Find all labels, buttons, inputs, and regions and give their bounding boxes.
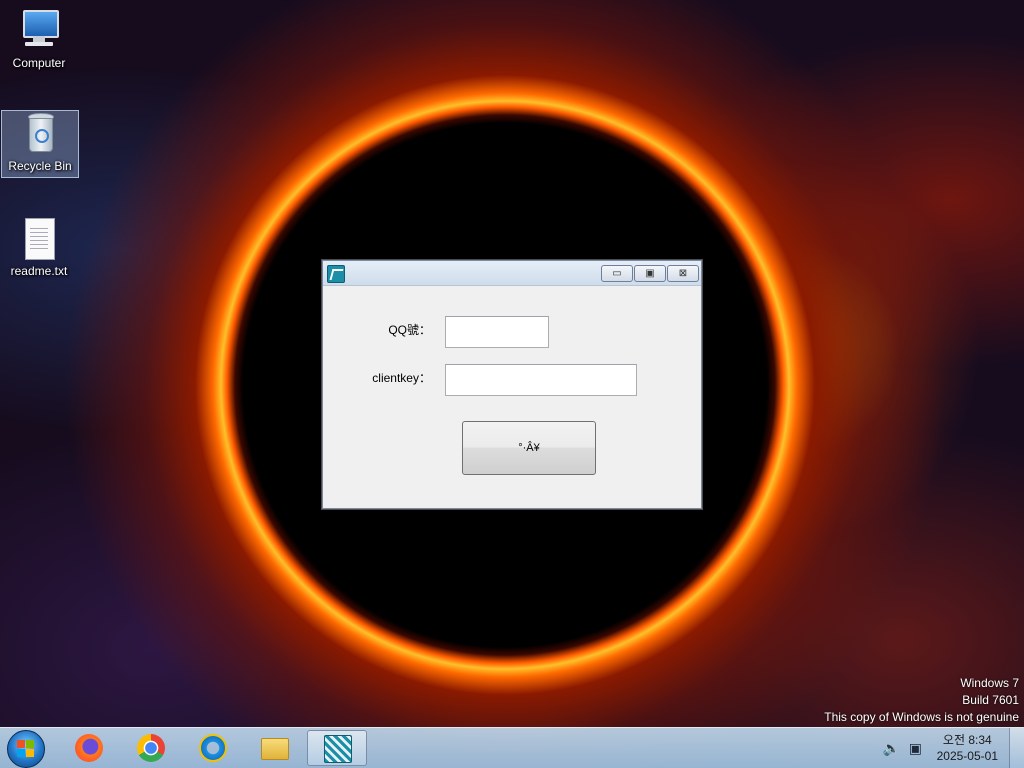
firefox-icon bbox=[75, 734, 103, 762]
minimize-icon: ▭ bbox=[612, 268, 622, 279]
maximize-icon: ▣ bbox=[645, 268, 655, 279]
desktop-icon-computer[interactable]: Computer bbox=[1, 8, 77, 74]
clock[interactable]: 오전 8:34 2025-05-01 bbox=[937, 732, 998, 764]
close-button[interactable]: ⊠ bbox=[667, 265, 699, 282]
taskbar-firefox[interactable] bbox=[62, 730, 116, 766]
watermark-line-genuine: This copy of Windows is not genuine bbox=[824, 710, 1019, 724]
chrome-icon bbox=[137, 734, 165, 762]
taskbar-app-window[interactable] bbox=[307, 730, 367, 766]
desktop-icon-label: Computer bbox=[12, 56, 66, 70]
qq-label: QQ號： bbox=[388, 323, 431, 337]
volume-icon[interactable]: 🔈 bbox=[883, 740, 900, 757]
clock-time: 오전 8:34 bbox=[942, 733, 992, 747]
clientkey-input[interactable] bbox=[445, 364, 637, 396]
internet-explorer-icon bbox=[199, 734, 227, 762]
taskbar-internet-explorer[interactable] bbox=[186, 730, 240, 766]
taskbar: 🔈 ▣ 오전 8:34 2025-05-01 bbox=[0, 727, 1024, 768]
qq-input[interactable] bbox=[445, 316, 549, 348]
watermark-line-os: Windows 7 bbox=[960, 676, 1019, 690]
windows-watermark: Windows 7 Build 7601 This copy of Window… bbox=[824, 675, 1019, 726]
app-window-icon[interactable] bbox=[327, 265, 345, 283]
clock-date: 2025-05-01 bbox=[936, 749, 998, 763]
close-icon: ⊠ bbox=[678, 268, 688, 279]
desktop-icon-label: Recycle Bin bbox=[8, 159, 72, 173]
show-desktop-button[interactable] bbox=[1009, 728, 1024, 768]
computer-icon bbox=[17, 8, 61, 52]
file-explorer-icon bbox=[261, 738, 289, 760]
taskbar-file-explorer[interactable] bbox=[248, 730, 302, 766]
watermark-line-build: Build 7601 bbox=[962, 693, 1019, 707]
dialog-titlebar[interactable]: ▭ ▣ ⊠ bbox=[323, 261, 701, 286]
start-button[interactable] bbox=[7, 730, 45, 768]
text-file-icon bbox=[17, 216, 61, 260]
desktop-icon-label: readme.txt bbox=[10, 264, 68, 278]
taskbar-chrome[interactable] bbox=[124, 730, 178, 766]
app-dialog: ▭ ▣ ⊠ QQ號： clientkey： °·Â¥ bbox=[322, 260, 702, 509]
maximize-button[interactable]: ▣ bbox=[634, 265, 666, 282]
app-window-icon bbox=[324, 735, 352, 763]
desktop-icon-recycle-bin[interactable]: Recycle Bin bbox=[1, 110, 79, 178]
windows-logo-icon bbox=[17, 740, 25, 748]
clientkey-label: clientkey： bbox=[372, 371, 431, 385]
recycle-bin-icon bbox=[18, 111, 62, 155]
desktop-icon-readme[interactable]: readme.txt bbox=[1, 216, 77, 282]
minimize-button[interactable]: ▭ bbox=[601, 265, 633, 282]
submit-button[interactable]: °·Â¥ bbox=[462, 421, 596, 475]
network-icon[interactable]: ▣ bbox=[909, 740, 922, 757]
